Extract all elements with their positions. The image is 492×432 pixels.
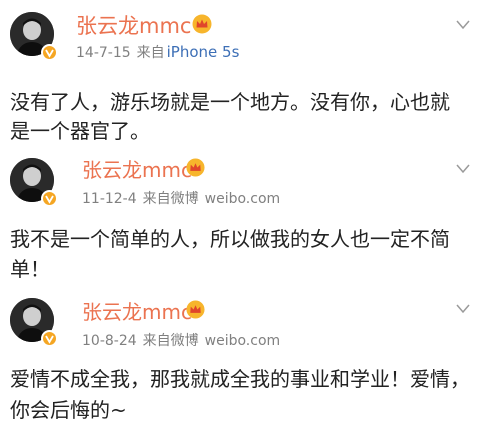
post-content-line: 没有了人，游乐场就是一个地方。没有你，心也就 <box>10 90 450 114</box>
weibo-post-1: 张云龙mmc 14-7-15 来自 iPhone 5s 没有了人，游乐场就是一个地方… <box>0 0 492 150</box>
post-source-prefix: 来自微博 <box>142 333 199 349</box>
author-name[interactable]: 张云龙mmc <box>76 10 191 40</box>
weibo-post-3: 张云龙mmc 10-8-24 来自微博 weibo.com 爱情不成全我，那我就成全… <box>0 290 492 432</box>
post-source[interactable]: weibo.com <box>205 333 281 349</box>
verified-badge-icon <box>41 190 58 207</box>
post-content-line: 是一个器官了。 <box>10 119 150 143</box>
post-source-prefix: 来自微博 <box>142 191 199 207</box>
author-name[interactable]: 张云龙mmc <box>82 296 192 325</box>
post-meta: 10-8-24 来自微博 weibo.com <box>82 330 280 350</box>
post-meta: 14-7-15 来自 iPhone 5s <box>76 42 239 62</box>
post-source[interactable]: iPhone 5s <box>167 43 240 61</box>
post-source[interactable]: weibo.com <box>205 191 281 207</box>
weibo-post-2: 张云龙mmc 11-12-4 来自微博 weibo.com 我不是一个简单的人，所以… <box>0 150 492 290</box>
post-meta: 11-12-4 来自微博 weibo.com <box>82 188 280 208</box>
crown-icon <box>192 14 212 34</box>
post-content: 我不是一个简单的人，所以做我的女人也一定不简 单！ <box>10 224 450 284</box>
post-date: 10-8-24 <box>82 333 137 349</box>
post-content-line: 单！ <box>10 257 50 281</box>
verified-badge-icon <box>41 44 58 61</box>
post-content-line: 你会后悔的~ <box>10 398 127 422</box>
chevron-down-icon[interactable] <box>456 20 470 30</box>
post-content: 爱情不成全我，那我就成全我的事业和学业！爱情， 你会后悔的~ <box>10 364 470 426</box>
post-date: 14-7-15 <box>76 45 131 61</box>
post-content-line: 爱情不成全我，那我就成全我的事业和学业！爱情， <box>10 367 470 391</box>
crown-icon <box>186 300 205 319</box>
crown-icon <box>186 158 205 177</box>
chevron-down-icon[interactable] <box>456 164 470 174</box>
author-name[interactable]: 张云龙mmc <box>82 154 192 183</box>
post-content: 没有了人，游乐场就是一个地方。没有你，心也就 是一个器官了。 <box>10 88 450 146</box>
verified-badge-icon <box>41 330 58 347</box>
post-date: 11-12-4 <box>82 191 137 207</box>
chevron-down-icon[interactable] <box>456 304 470 314</box>
post-source-prefix: 来自 <box>136 45 165 61</box>
post-content-line: 我不是一个简单的人，所以做我的女人也一定不简 <box>10 227 450 251</box>
